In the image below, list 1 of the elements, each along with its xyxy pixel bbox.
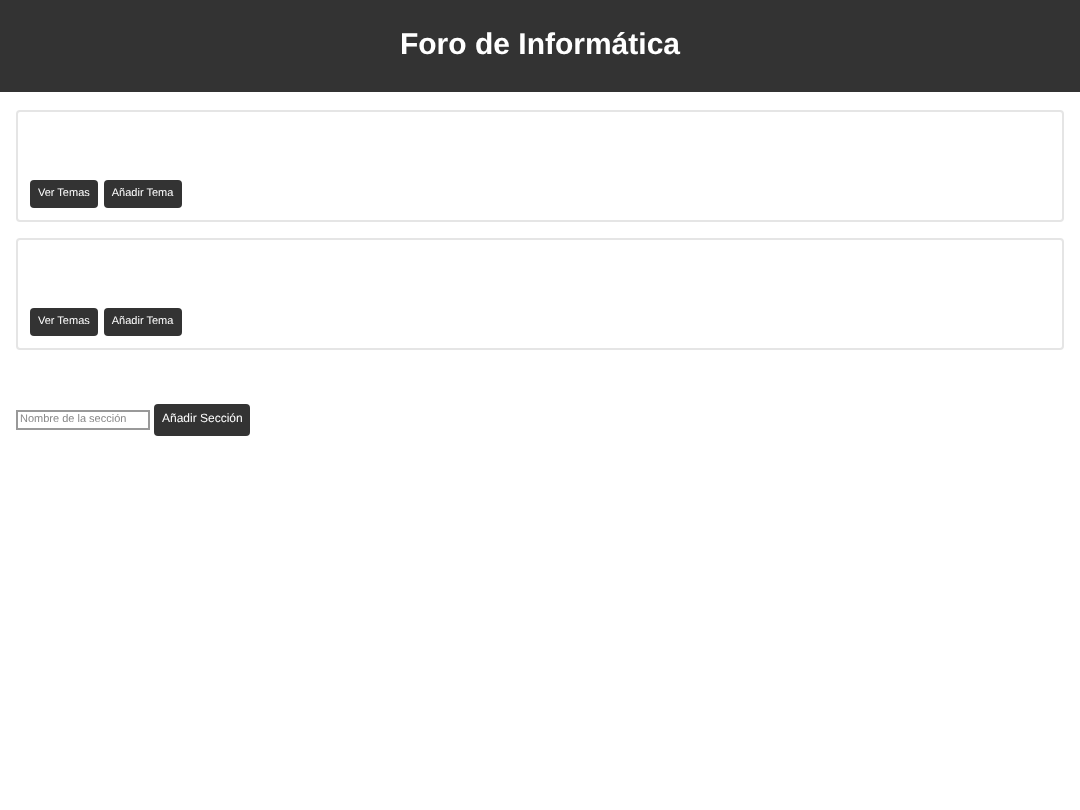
page-title: Foro de Informática (399, 25, 681, 66)
